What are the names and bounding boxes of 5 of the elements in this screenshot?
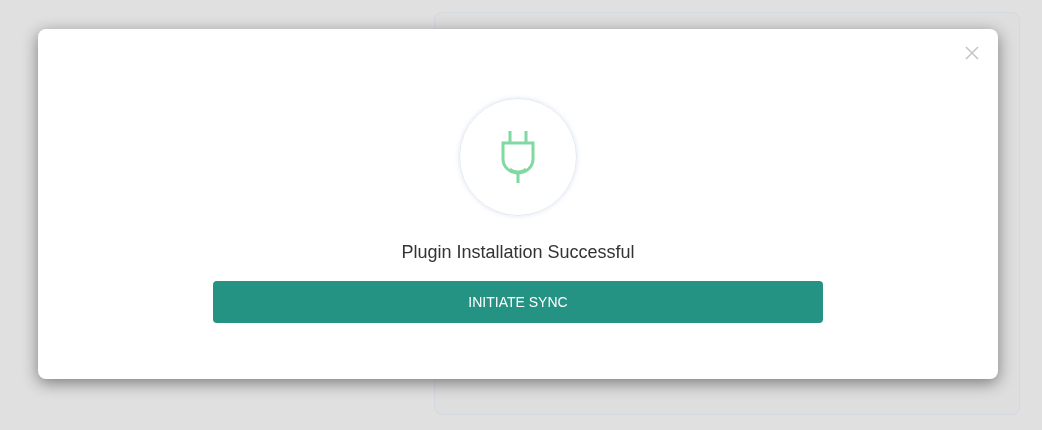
plug-icon [500, 129, 536, 185]
initiate-sync-button[interactable]: INITIATE SYNC [213, 281, 823, 323]
close-button[interactable] [964, 45, 980, 61]
close-icon [965, 46, 979, 60]
success-message: Plugin Installation Successful [401, 241, 635, 264]
